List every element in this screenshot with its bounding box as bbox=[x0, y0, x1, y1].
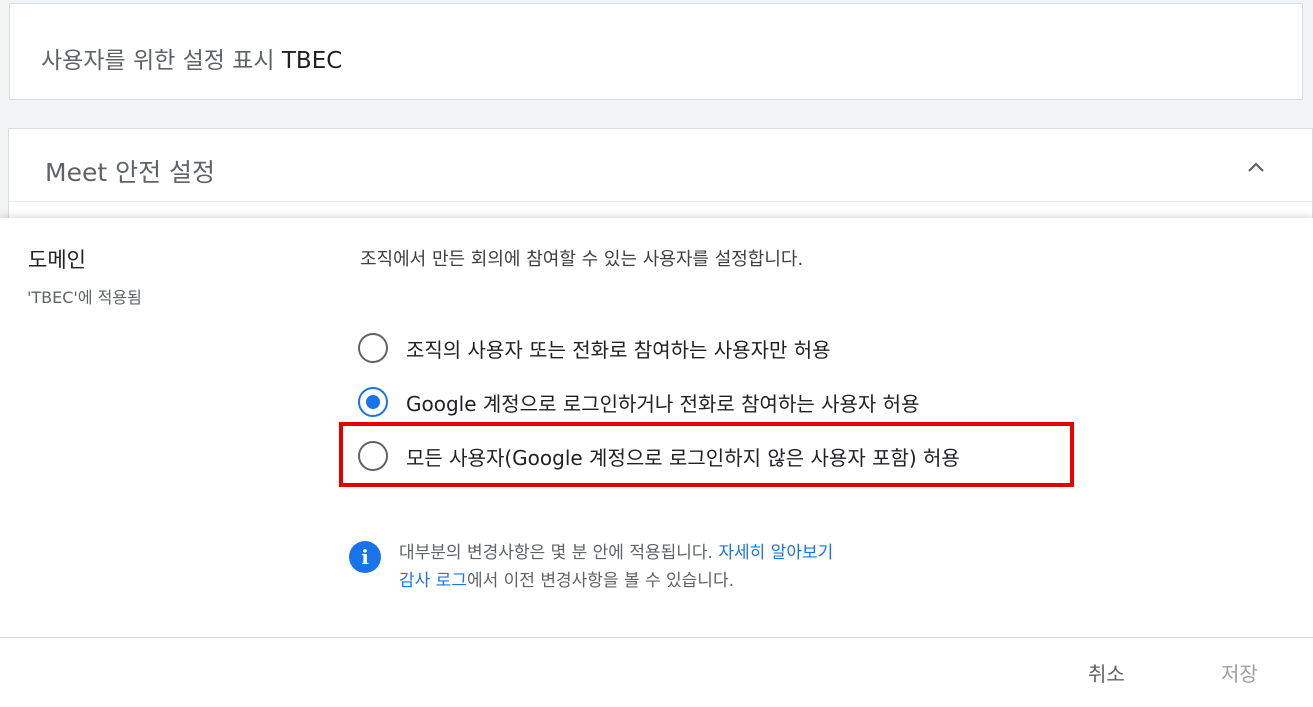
radio-button[interactable] bbox=[358, 333, 388, 363]
radio-label: 조직의 사용자 또는 전화로 참여하는 사용자만 허용 bbox=[406, 337, 831, 362]
settings-scope-title: 사용자를 위한 설정 표시 TBEC bbox=[41, 41, 342, 75]
info-text: 에서 이전 변경사항을 볼 수 있습니다. bbox=[466, 571, 734, 591]
org-name: TBEC bbox=[281, 48, 343, 74]
highlight-annotation-box bbox=[339, 422, 1074, 487]
footer-divider bbox=[0, 637, 1313, 638]
section-divider bbox=[9, 201, 1312, 202]
setting-name: 도메인 bbox=[28, 248, 86, 272]
chevron-up-icon[interactable] bbox=[1244, 155, 1268, 179]
settings-scope-prefix: 사용자를 위한 설정 표시 bbox=[41, 48, 275, 74]
cancel-button[interactable]: 취소 bbox=[1088, 658, 1125, 687]
radio-button-selected[interactable] bbox=[358, 387, 388, 417]
save-button[interactable]: 저장 bbox=[1221, 658, 1258, 687]
meet-safety-section-header[interactable]: Meet 안전 설정 bbox=[8, 128, 1313, 218]
setting-scope: 'TBEC'에 적용됨 bbox=[27, 288, 142, 307]
info-line-1: 대부분의 변경사항은 몇 분 안에 적용됩니다. 자세히 알아보기 bbox=[399, 538, 833, 563]
admin-console-page: 사용자를 위한 설정 표시 TBEC Meet 안전 설정 도메인 'TBEC'… bbox=[0, 0, 1313, 707]
settings-scope-card: 사용자를 위한 설정 표시 TBEC bbox=[9, 3, 1303, 100]
info-icon: i bbox=[349, 541, 381, 573]
learn-more-link[interactable]: 자세히 알아보기 bbox=[718, 543, 833, 563]
radio-option-org-only[interactable]: 조직의 사용자 또는 전화로 참여하는 사용자만 허용 bbox=[358, 332, 831, 364]
domain-setting-panel: 도메인 'TBEC'에 적용됨 조직에서 만든 회의에 참여할 수 있는 사용자… bbox=[0, 218, 1313, 707]
info-line-2: 감사 로그에서 이전 변경사항을 볼 수 있습니다. bbox=[399, 566, 734, 591]
section-title: Meet 안전 설정 bbox=[45, 158, 216, 187]
setting-description: 조직에서 만든 회의에 참여할 수 있는 사용자를 설정합니다. bbox=[360, 249, 804, 270]
info-text: 대부분의 변경사항은 몇 분 안에 적용됩니다. bbox=[399, 543, 713, 563]
audit-log-link[interactable]: 감사 로그 bbox=[399, 571, 467, 591]
radio-option-google-accounts[interactable]: Google 계정으로 로그인하거나 전화로 참여하는 사용자 허용 bbox=[358, 386, 919, 418]
radio-label: Google 계정으로 로그인하거나 전화로 참여하는 사용자 허용 bbox=[406, 391, 920, 416]
